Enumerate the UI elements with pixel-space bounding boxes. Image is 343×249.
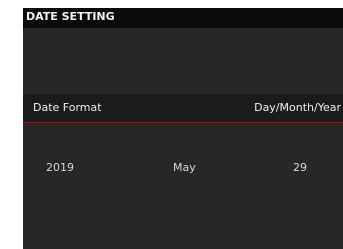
year-field[interactable]: 2019: [46, 161, 74, 174]
date-format-value: Day/Month/Year: [254, 101, 341, 114]
date-format-row[interactable]: Date Format Day/Month/Year: [23, 94, 343, 123]
month-field[interactable]: May: [173, 161, 196, 174]
date-format-label: Date Format: [33, 101, 102, 114]
title-bar: DATE SETTING: [23, 8, 343, 28]
camera-screen: DATE SETTING Date Format Day/Month/Year …: [23, 8, 343, 249]
page-title: DATE SETTING: [26, 10, 115, 23]
day-field[interactable]: 29: [293, 161, 307, 174]
